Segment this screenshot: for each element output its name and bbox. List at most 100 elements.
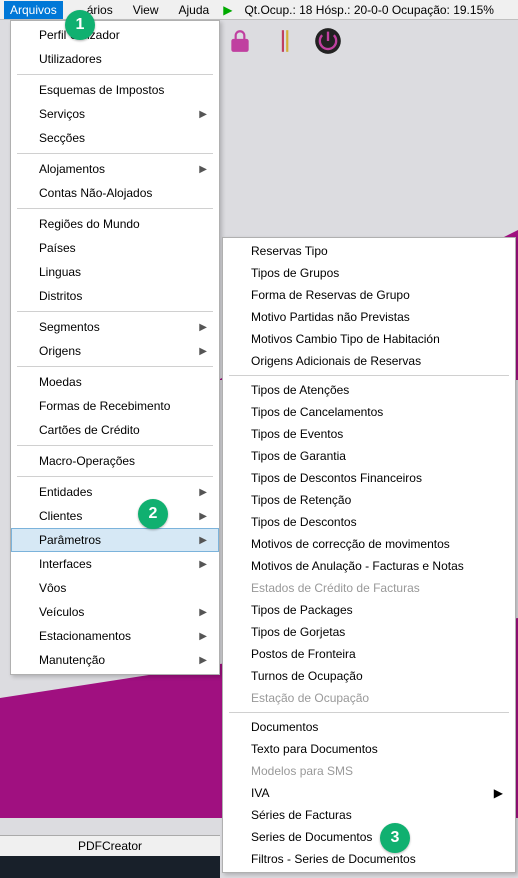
menu-item[interactable]: Perfil Utilizador [11,23,219,47]
chevron-right-icon: ▶ [494,786,503,800]
menu-item[interactable]: Interfaces▶ [11,552,219,576]
menu-item[interactable]: Segmentos▶ [11,315,219,339]
submenu-item[interactable]: Texto para Documentos [223,738,515,760]
menu-item[interactable]: Secções [11,126,219,150]
menu-item[interactable]: Vôos [11,576,219,600]
menu-item-label: Vôos [39,581,66,595]
power-icon[interactable] [312,25,344,57]
chevron-right-icon: ▶ [199,631,207,642]
menu-item-label: Distritos [39,289,82,303]
menu-view[interactable]: View [127,1,165,19]
menu-ajuda[interactable]: Ajuda [173,1,216,19]
submenu-item[interactable]: Filtros - Series de Documentos [223,848,515,870]
menu-item-label: Regiões do Mundo [39,217,140,231]
menu-item[interactable]: Manutenção▶ [11,648,219,672]
submenu-item[interactable]: Series de Documentos [223,826,515,848]
menu-item[interactable]: Serviços▶ [11,102,219,126]
menu-item[interactable]: Macro-Operações [11,449,219,473]
menu-item[interactable]: Origens▶ [11,339,219,363]
menu-arquivos[interactable]: Arquivos [4,1,63,19]
annotation-badge-3: 3 [380,823,410,853]
submenu-item-label: Reservas Tipo [251,244,328,258]
submenu-item-label: IVA [251,786,269,800]
menu-item-label: Serviços [39,107,85,121]
submenu-item-label: Motivos Cambio Tipo de Habitación [251,332,440,346]
submenu-item[interactable]: Forma de Reservas de Grupo [223,284,515,306]
submenu-item[interactable]: Tipos de Retenção [223,489,515,511]
submenu-item[interactable]: Motivos de Anulação - Facturas e Notas [223,555,515,577]
submenu-item-label: Turnos de Ocupação [251,669,363,683]
menu-item-label: Estacionamentos [39,629,131,643]
submenu-item[interactable]: Postos de Fronteira [223,643,515,665]
submenu-item[interactable]: Tipos de Cancelamentos [223,401,515,423]
submenu-item[interactable]: Tipos de Gorjetas [223,621,515,643]
menu-item[interactable]: Formas de Recebimento [11,394,219,418]
submenu-item-label: Motivos de correcção de movimentos [251,537,450,551]
submenu-item[interactable]: Motivos Cambio Tipo de Habitación [223,328,515,350]
menu-item-label: Manutenção [39,653,105,667]
menu-item-label: Parâmetros [39,533,101,547]
menu-item-label: Países [39,241,76,255]
submenu-item[interactable]: Tipos de Packages [223,599,515,621]
lock-icon[interactable] [224,25,256,57]
menu-item[interactable]: Clientes▶ [11,504,219,528]
chevron-right-icon: ▶ [199,164,207,175]
submenu-item-label: Filtros - Series de Documentos [251,852,416,866]
menu-item[interactable]: Veículos▶ [11,600,219,624]
tools-icon[interactable] [268,25,300,57]
separator [229,712,509,713]
menu-item[interactable]: Esquemas de Impostos [11,78,219,102]
separator [17,311,213,312]
annotation-badge-2: 2 [138,499,168,529]
menu-item[interactable]: Países [11,236,219,260]
submenu-item[interactable]: Motivo Partidas não Previstas [223,306,515,328]
menu-item[interactable]: Utilizadores [11,47,219,71]
menu-item-label: Cartões de Crédito [39,423,140,437]
submenu-item[interactable]: Tipos de Atenções [223,379,515,401]
separator [17,476,213,477]
submenu-item[interactable]: Tipos de Garantia [223,445,515,467]
menu-item[interactable]: Regiões do Mundo [11,212,219,236]
submenu-item-label: Origens Adicionais de Reservas [251,354,421,368]
submenu-item[interactable]: Origens Adicionais de Reservas [223,350,515,372]
menu-item[interactable]: Distritos [11,284,219,308]
parametros-submenu: Reservas Tipo Tipos de GruposForma de Res… [222,237,516,873]
menu-item-label: Contas Não-Alojados [39,186,152,200]
menu-item-label: Macro-Operações [39,454,135,468]
submenu-item-label: Series de Documentos [251,830,372,844]
submenu-item[interactable]: Tipos de Descontos Financeiros [223,467,515,489]
menu-item[interactable]: Parâmetros▶ [11,528,219,552]
menu-item-label: Segmentos [39,320,100,334]
menu-item[interactable]: Contas Não-Alojados [11,181,219,205]
submenu-item-label: Tipos de Descontos Financeiros [251,471,422,485]
submenu-item-label: Tipos de Eventos [251,427,343,441]
submenu-item: Estados de Crédito de Facturas [223,577,515,599]
run-icon: ▶ [223,3,232,17]
submenu-item[interactable]: Reservas Tipo [223,240,515,262]
submenu-item[interactable]: Tipos de Eventos [223,423,515,445]
menu-item[interactable]: Moedas [11,370,219,394]
submenu-item-label: Tipos de Retenção [251,493,351,507]
menu-item[interactable]: Estacionamentos ▶ [11,624,219,648]
menu-item-label: Esquemas de Impostos [39,83,164,97]
submenu-item[interactable]: Séries de Facturas [223,804,515,826]
menu-item[interactable]: Alojamentos ▶ [11,157,219,181]
menu-item-label: Alojamentos [39,162,105,176]
submenu-item[interactable]: Turnos de Ocupação [223,665,515,687]
chevron-right-icon: ▶ [199,511,207,522]
submenu-item[interactable]: Documentos [223,716,515,738]
submenu-item[interactable]: Tipos de Descontos [223,511,515,533]
menu-item[interactable]: Linguas [11,260,219,284]
menu-item-label: Entidades [39,485,92,499]
menu-item-label: Veículos [39,605,84,619]
menu-item-label: Secções [39,131,85,145]
submenu-item[interactable]: Motivos de correcção de movimentos [223,533,515,555]
menu-item-label: Formas de Recebimento [39,399,170,413]
menu-item[interactable]: Entidades▶ [11,480,219,504]
separator [17,445,213,446]
submenu-item-label: Documentos [251,720,318,734]
submenu-item[interactable]: Tipos de Grupos [223,262,515,284]
submenu-item[interactable]: IVA ▶ [223,782,515,804]
menu-item[interactable]: Cartões de Crédito [11,418,219,442]
submenu-item-label: Texto para Documentos [251,742,378,756]
